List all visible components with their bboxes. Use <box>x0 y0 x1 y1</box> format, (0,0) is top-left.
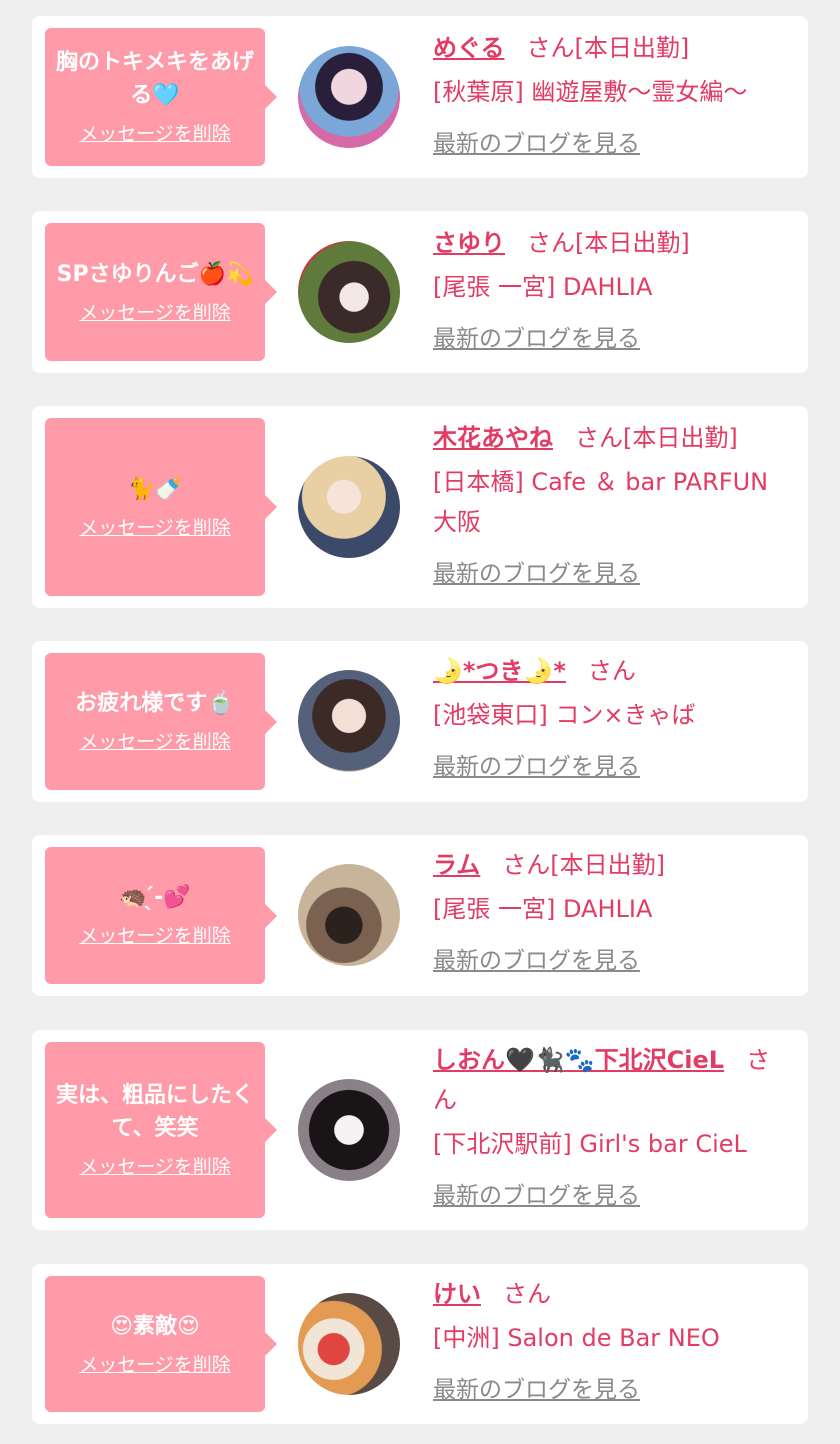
delete-message-link[interactable]: メッセージを削除 <box>79 1351 231 1379</box>
message-card: お疲れ様です🍵 メッセージを削除 🌛*つき🌛* さん [池袋東口] コン×きゃば … <box>32 641 808 802</box>
shop-label: [尾張 一宮] DAHLIA <box>433 895 653 923</box>
message-card: 🦔 ̖́-💕 メッセージを削除 ラム さん[本日出勤] [尾張 一宮] DAHLI… <box>32 835 808 996</box>
shop-label: [中洲] Salon de Bar NEO <box>433 1324 720 1352</box>
girl-info: ラム さん[本日出勤] [尾張 一宮] DAHLIA 最新のブログを見る <box>433 845 794 981</box>
message-bubble: SPさゆりんご🍎💫 メッセージを削除 <box>45 223 277 361</box>
delete-message-link[interactable]: メッセージを削除 <box>79 514 231 542</box>
message-bubble: 🐈🍼 メッセージを削除 <box>45 418 277 596</box>
girl-info: しおん🖤🐈‍⬛🐾下北沢CieL さん [下北沢駅前] Girl's bar Cie… <box>433 1040 794 1216</box>
name-suffix: さん[本日出勤] <box>526 34 690 62</box>
girl-info: けい さん [中洲] Salon de Bar NEO 最新のブログを見る <box>433 1274 794 1410</box>
girl-name-link[interactable]: しおん🖤🐈‍⬛🐾下北沢CieL <box>433 1046 724 1074</box>
avatar[interactable] <box>298 1293 400 1395</box>
girl-name-link[interactable]: さゆり <box>433 229 505 257</box>
message-card: 実は、粗品にしたくて、笑笑 メッセージを削除 しおん🖤🐈‍⬛🐾下北沢CieL さん… <box>32 1030 808 1230</box>
latest-blog-link[interactable]: 最新のブログを見る <box>433 941 640 981</box>
girl-name-link[interactable]: けい <box>433 1280 481 1308</box>
message-bubble: 胸のトキメキをあげる🩵 メッセージを削除 <box>45 28 277 166</box>
message-text: お疲れ様です🍵 <box>75 691 235 716</box>
name-suffix: さん[本日出勤] <box>527 229 690 257</box>
latest-blog-link[interactable]: 最新のブログを見る <box>433 747 640 787</box>
shop-label: [池袋東口] コン×きゃば <box>433 701 696 729</box>
avatar[interactable] <box>298 456 400 558</box>
message-text: 😍素敵😍 <box>110 1313 200 1339</box>
shop-label: [尾張 一宮] DAHLIA <box>433 273 653 301</box>
latest-blog-link[interactable]: 最新のブログを見る <box>433 1370 640 1410</box>
name-suffix: さん <box>503 1280 551 1308</box>
avatar[interactable] <box>298 241 400 343</box>
message-bubble: 実は、粗品にしたくて、笑笑 メッセージを削除 <box>45 1042 277 1218</box>
avatar[interactable] <box>298 1079 400 1181</box>
avatar[interactable] <box>298 46 400 148</box>
message-text: SPさゆりんご🍎💫 <box>56 261 254 287</box>
girl-info: 🌛*つき🌛* さん [池袋東口] コン×きゃば 最新のブログを見る <box>433 651 794 787</box>
message-card: 胸のトキメキをあげる🩵 メッセージを削除 めぐる さん[本日出勤] [秋葉原] 幽… <box>32 16 808 178</box>
girl-name-link[interactable]: ラム <box>433 851 480 879</box>
avatar[interactable] <box>298 864 400 966</box>
girl-info: さゆり さん[本日出勤] [尾張 一宮] DAHLIA 最新のブログを見る <box>433 223 794 359</box>
latest-blog-link[interactable]: 最新のブログを見る <box>433 124 640 164</box>
message-text: 実は、粗品にしたくて、笑笑 <box>55 1083 254 1141</box>
shop-label: [日本橋] Cafe ＆ bar PARFUN 大阪 <box>433 468 769 536</box>
girl-name-link[interactable]: 🌛*つき🌛* <box>433 657 566 685</box>
name-suffix: さん[本日出勤] <box>575 424 738 452</box>
latest-blog-link[interactable]: 最新のブログを見る <box>433 319 640 359</box>
latest-blog-link[interactable]: 最新のブログを見る <box>433 1176 640 1216</box>
delete-message-link[interactable]: メッセージを削除 <box>79 728 231 756</box>
girl-name-link[interactable]: 木花あやね <box>433 424 553 452</box>
message-text: 🦔 ̖́-💕 <box>119 885 191 910</box>
girl-info: 木花あやね さん[本日出勤] [日本橋] Cafe ＆ bar PARFUN 大阪… <box>433 418 794 594</box>
message-list: 胸のトキメキをあげる🩵 メッセージを削除 めぐる さん[本日出勤] [秋葉原] 幽… <box>0 0 840 1444</box>
shop-label: [下北沢駅前] Girl's bar CieL <box>433 1130 747 1158</box>
avatar[interactable] <box>298 670 400 772</box>
message-card: 😍素敵😍 メッセージを削除 けい さん [中洲] Salon de Bar NEO… <box>32 1264 808 1424</box>
delete-message-link[interactable]: メッセージを削除 <box>79 1153 231 1181</box>
girl-info: めぐる さん[本日出勤] [秋葉原] 幽遊屋敷〜霊女編〜 最新のブログを見る <box>433 28 794 164</box>
name-suffix: さん <box>587 657 636 685</box>
message-text: 🐈🍼 <box>127 476 183 502</box>
message-bubble: 🦔 ̖́-💕 メッセージを削除 <box>45 847 277 984</box>
name-suffix: さん[本日出勤] <box>502 851 666 879</box>
delete-message-link[interactable]: メッセージを削除 <box>79 299 231 327</box>
latest-blog-link[interactable]: 最新のブログを見る <box>433 554 640 594</box>
message-card: 🐈🍼 メッセージを削除 木花あやね さん[本日出勤] [日本橋] Cafe ＆ b… <box>32 406 808 608</box>
message-bubble: お疲れ様です🍵 メッセージを削除 <box>45 653 277 790</box>
shop-label: [秋葉原] 幽遊屋敷〜霊女編〜 <box>433 78 748 106</box>
message-card: SPさゆりんご🍎💫 メッセージを削除 さゆり さん[本日出勤] [尾張 一宮] D… <box>32 211 808 373</box>
message-text: 胸のトキメキをあげる🩵 <box>55 50 254 108</box>
message-bubble: 😍素敵😍 メッセージを削除 <box>45 1276 277 1412</box>
delete-message-link[interactable]: メッセージを削除 <box>79 922 231 950</box>
girl-name-link[interactable]: めぐる <box>433 34 505 62</box>
delete-message-link[interactable]: メッセージを削除 <box>79 120 231 148</box>
